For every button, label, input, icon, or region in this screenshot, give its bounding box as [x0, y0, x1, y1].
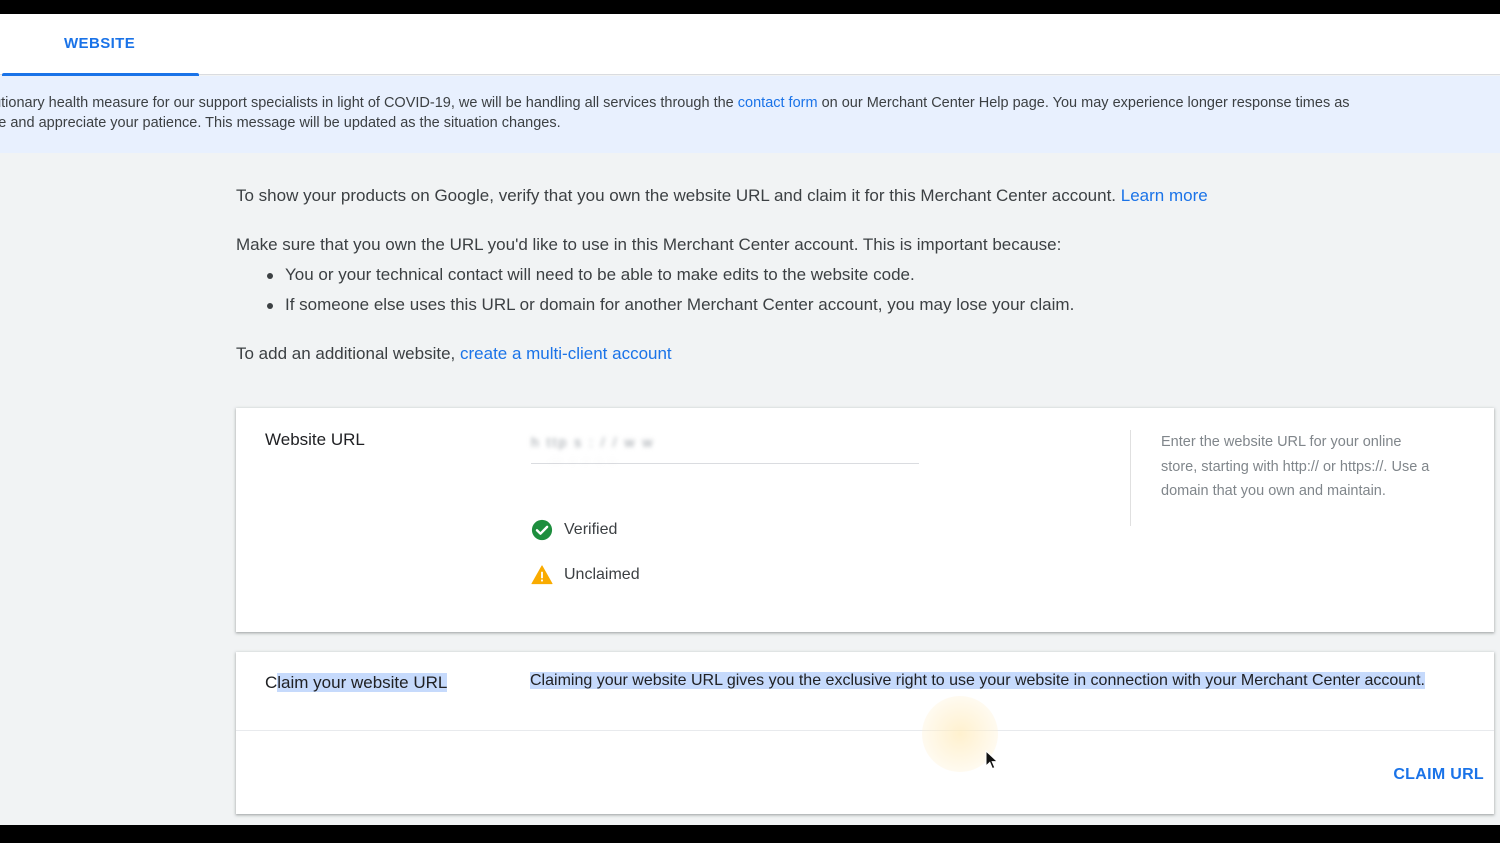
tab-bar: WEBSITE	[0, 14, 1500, 76]
mouse-cursor-icon	[985, 750, 999, 770]
notice-line-1: autionary health measure for our support…	[0, 93, 1350, 113]
verified-status: Verified	[531, 519, 617, 541]
claim-label-text: C	[265, 673, 278, 692]
website-url-help-text: Enter the website URL for your online st…	[1161, 434, 1430, 499]
claim-url-label: Claim your website URL	[265, 673, 448, 693]
list-item: You or your technical contact will need …	[236, 263, 1074, 293]
website-url-input[interactable]: h ttp s : / / w w .. . . . .	[531, 430, 919, 465]
additional-website-text: To add an additional website,	[236, 344, 460, 363]
tab-website-label: WEBSITE	[64, 35, 136, 52]
ownership-paragraph: Make sure that you own the URL you'd lik…	[236, 235, 1062, 254]
claim-url-button[interactable]: CLAIM URL	[1378, 762, 1484, 788]
notice-text: autionary health measure for our support…	[0, 95, 738, 111]
notice-line-2: se and appreciate your patience. This me…	[0, 115, 561, 131]
verified-label: Verified	[564, 521, 618, 538]
website-url-card: Website URL h ttp s : / / w w .. . . . .…	[236, 408, 1494, 632]
notice-text: on our Merchant Center Help page. You ma…	[817, 95, 1350, 111]
learn-more-link[interactable]: Learn more	[1121, 186, 1208, 205]
divider	[1130, 430, 1131, 526]
unclaimed-label: Unclaimed	[564, 566, 640, 583]
claim-label-selected-text: laim your website URL	[277, 673, 448, 692]
check-circle-icon	[531, 519, 553, 541]
contact-form-link[interactable]: contact form	[738, 95, 818, 111]
website-url-value-secondary: .. . . . .	[551, 450, 618, 465]
claim-url-description: Claiming your website URL gives you the …	[530, 671, 1430, 691]
additional-website-paragraph: To add an additional website, create a m…	[236, 342, 672, 366]
claim-url-card: Claim your website URL Claiming your web…	[236, 652, 1494, 814]
merchant-center-screen: WEBSITE autionary health measure for our…	[0, 14, 1500, 825]
website-url-value: h ttp s : / / w w	[531, 434, 655, 450]
claim-url-row: Claim your website URL Claiming your web…	[236, 652, 1494, 731]
website-url-label: Website URL	[265, 430, 365, 449]
multi-client-account-link[interactable]: create a multi-client account	[460, 344, 672, 363]
claim-description-selected-text: Claiming your website URL gives you the …	[530, 672, 1425, 689]
ownership-reasons-list: You or your technical contact will need …	[236, 263, 1074, 323]
tab-website[interactable]: WEBSITE	[0, 14, 199, 76]
intro-text: To show your products on Google, verify …	[236, 186, 1121, 205]
intro-paragraph: To show your products on Google, verify …	[236, 184, 1208, 208]
unclaimed-status: Unclaimed	[531, 564, 640, 586]
warning-icon	[531, 565, 553, 585]
list-item: If someone else uses this URL or domain …	[236, 293, 1074, 323]
covid-notice-banner: autionary health measure for our support…	[0, 76, 1500, 153]
